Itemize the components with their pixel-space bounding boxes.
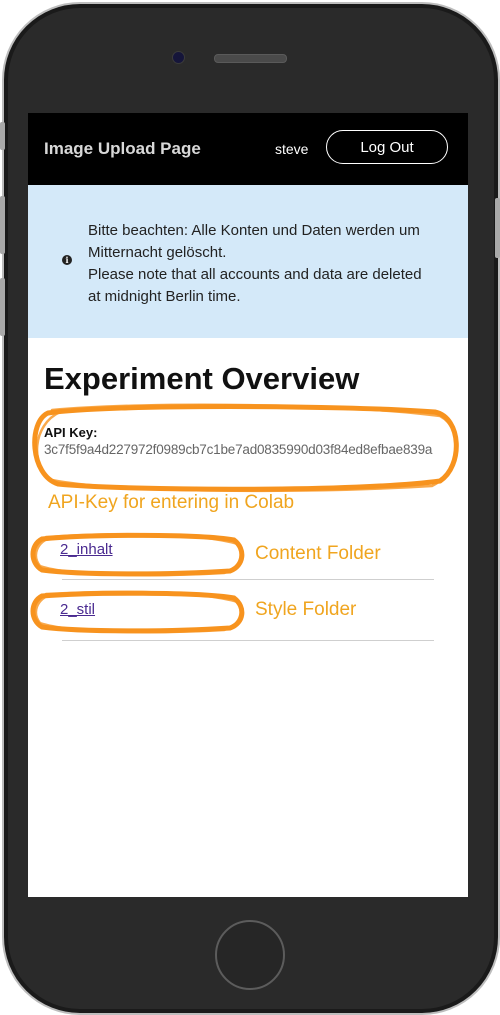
volume-up-button — [0, 196, 5, 254]
front-camera — [172, 51, 185, 64]
folder-link-inhalt[interactable]: 2_inhalt — [60, 541, 113, 558]
power-button — [495, 198, 500, 258]
username: steve — [275, 141, 309, 157]
mute-switch — [0, 122, 5, 150]
divider — [62, 640, 434, 641]
top-navbar: Image Upload Page steve Log Out — [28, 113, 468, 185]
api-key-value: 3c7f5f9a4d227972f0989cb7c1be7ad0835990d0… — [44, 442, 433, 457]
info-icon: i — [62, 255, 72, 265]
volume-down-button — [0, 278, 5, 336]
notice-text: Bitte beachten: Alle Konten und Daten we… — [88, 220, 428, 308]
notice-german: Bitte beachten: Alle Konten und Daten we… — [88, 222, 420, 261]
notice-english: Please note that all accounts and data a… — [88, 266, 422, 305]
api-key-annotation: API-Key for entering in Colab — [48, 492, 295, 513]
notice-banner: i Bitte beachten: Alle Konten und Daten … — [28, 185, 468, 338]
style-folder-annotation: Style Folder — [255, 599, 357, 620]
screen: Image Upload Page steve Log Out i Bitte … — [28, 113, 468, 897]
content-folder-annotation: Content Folder — [255, 543, 381, 564]
folder-link-stil[interactable]: 2_stil — [60, 601, 95, 618]
divider — [62, 579, 434, 580]
api-key-label: API Key: — [44, 425, 98, 440]
logout-button[interactable]: Log Out — [326, 130, 448, 164]
earpiece-speaker — [214, 54, 287, 63]
app-title[interactable]: Image Upload Page — [44, 139, 201, 159]
page-title: Experiment Overview — [44, 361, 360, 396]
home-button[interactable] — [215, 920, 285, 990]
